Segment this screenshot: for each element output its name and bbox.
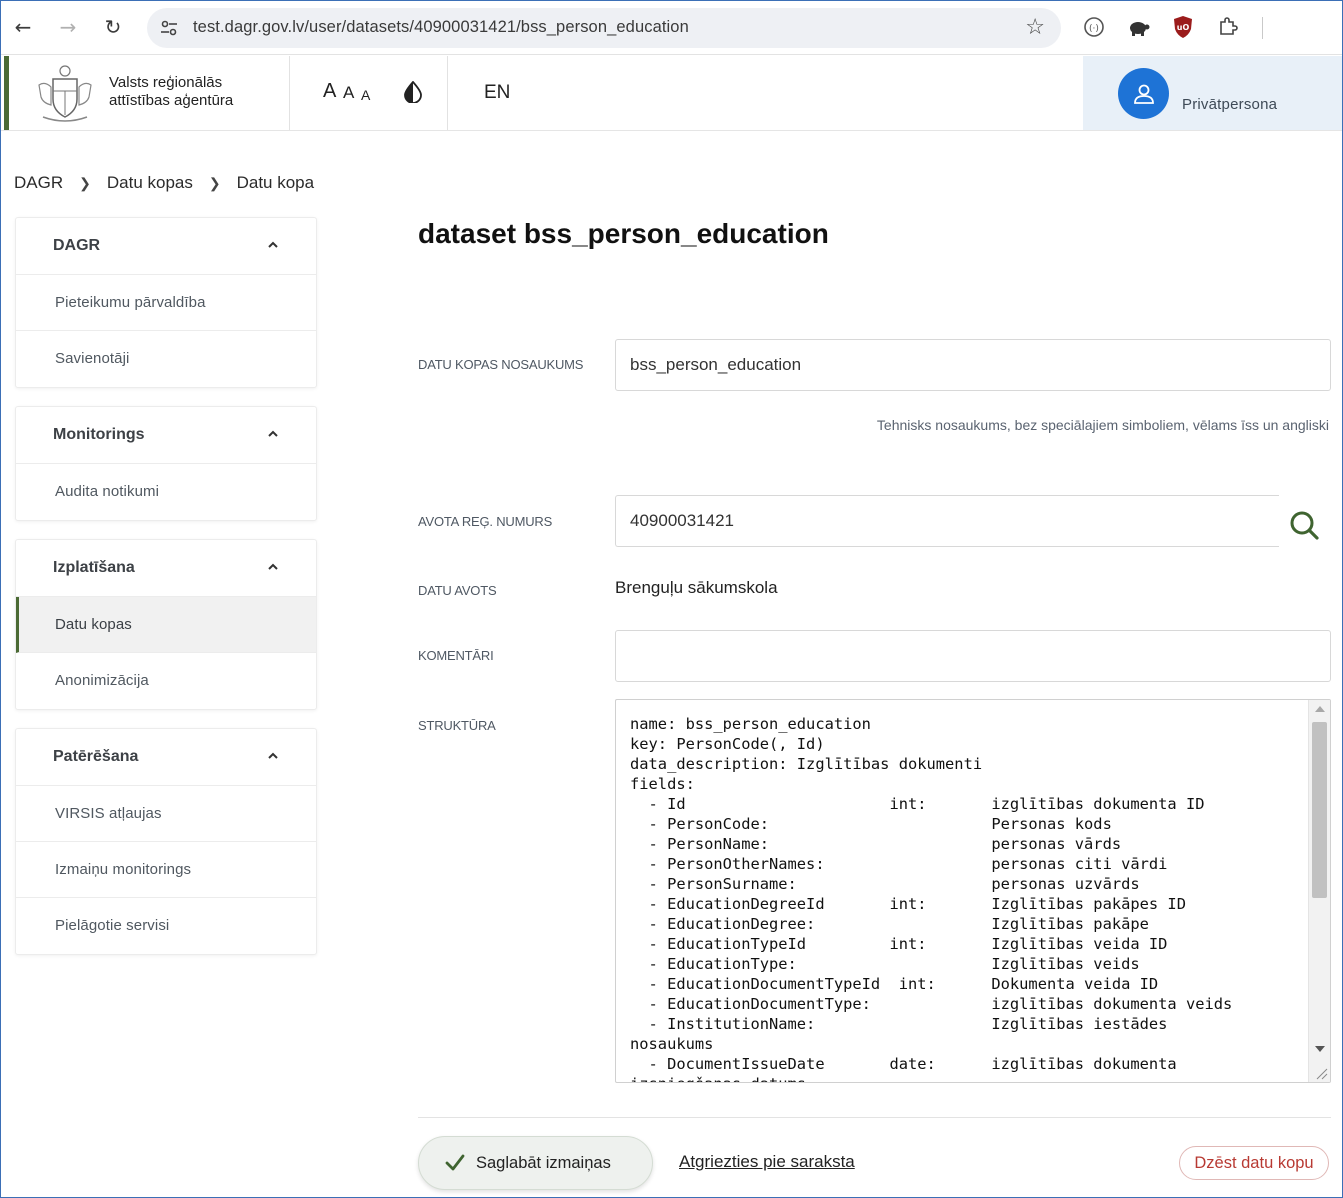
breadcrumb: DAGR ❯ Datu kopas ❯ Datu kopa [14,173,314,193]
browser-toolbar: ← → ↻ test.dagr.gov.lv/user/datasets/409… [1,1,1342,55]
extension-icon[interactable]: (·) [1082,15,1106,39]
coat-of-arms-icon [38,65,92,122]
sidebar-group-consumption: Patērēšana VIRSIS atļaujas Izmaiņu monit… [15,728,317,955]
chevron-up-icon[interactable] [266,749,280,763]
dataset-name-hint: Tehnisks nosaukums, bez speciālajiem sim… [876,417,1329,433]
sidebar-group-header[interactable]: DAGR [16,218,316,275]
sidebar-item-label: Savienotāji [55,350,130,367]
sidebar-item-label: Audita notikumi [55,483,160,500]
user-role: Privātpersona [1182,96,1278,113]
chevron-up-icon[interactable] [266,427,280,441]
chevron-up-icon[interactable] [266,560,280,574]
search-icon[interactable] [1287,508,1321,542]
delete-dataset-label: Dzēst datu kopu [1194,1154,1314,1172]
sidebar-group-distribution: Izplatīšana Datu kopas Anonimizācija [15,539,317,710]
sidebar-item-label: Pieteikumu pārvaldība [55,294,206,311]
user-menu[interactable]: Privātpersona [1083,56,1342,130]
sidebar-group-title: Patērēšana [53,748,139,765]
textarea-scrollbar[interactable] [1308,700,1330,1082]
font-size-medium-button[interactable]: A [343,83,354,103]
structure-textarea[interactable]: name: bss_person_education key: PersonCo… [615,699,1331,1083]
org-name-line2: attīstības aģentūra [109,92,234,109]
sidebar-item-label: Anonimizācija [55,672,149,689]
org-logo-block[interactable]: Valsts reģionālās attīstības aģentūra [9,56,290,130]
site-header: Valsts reģionālās attīstības aģentūra A … [1,56,1342,131]
save-changes-label: Saglabāt izmaiņas [476,1154,611,1172]
breadcrumb-item-dataset: Datu kopa [236,173,315,192]
sidebar-group-monitoring: Monitorings Audita notikumi [15,406,317,521]
org-name-line1: Valsts reģionālās [109,74,223,91]
dataset-name-value: bss_person_education [630,355,802,374]
sidebar-group-dagr: DAGR Pieteikumu pārvaldība Savienotāji [15,217,317,388]
comments-label: KOMENTĀRI [418,648,494,663]
sidebar-item-label: Pielāgotie servisi [55,917,170,934]
reload-icon[interactable]: ↻ [99,13,127,41]
breadcrumb-item-dagr[interactable]: DAGR [14,173,63,193]
sidebar-item-audit-events[interactable]: Audita notikumi [16,464,316,520]
org-name: Valsts reģionālās attīstības aģentūra [109,74,233,110]
back-arrow-icon[interactable]: ← [9,13,37,41]
font-size-controls: A A A [290,56,448,130]
sidebar-item-connectors[interactable]: Savienotāji [16,331,316,387]
dataset-name-input[interactable]: bss_person_education [615,339,1331,391]
sidebar-group-header[interactable]: Izplatīšana [16,540,316,597]
source-reg-number-label: AVOTA REĢ. NUMURS [418,514,553,529]
chevron-right-icon: ❯ [208,174,221,191]
sidebar-group-header[interactable]: Monitorings [16,407,316,464]
extensions-puzzle-icon[interactable] [1216,15,1240,39]
actions-divider [418,1117,1331,1118]
sidebar-item-applications[interactable]: Pieteikumu pārvaldība [16,275,316,331]
sidebar-item-anonymization[interactable]: Anonimizācija [16,653,316,709]
delete-dataset-button[interactable]: Dzēst datu kopu [1179,1146,1329,1180]
language-switch[interactable]: EN [484,82,510,104]
sidebar-group-header[interactable]: Patērēšana [16,729,316,786]
source-reg-number-value: 40900031421 [630,511,735,530]
structure-text: name: bss_person_education key: PersonCo… [630,715,1233,1082]
bookmark-star-icon[interactable]: ☆ [1025,15,1045,40]
forward-arrow-icon[interactable]: → [54,13,82,41]
sidebar-item-custom-services[interactable]: Pielāgotie servisi [16,898,316,954]
ublock-shield-icon[interactable]: uO [1171,15,1195,39]
sidebar-group-title: Monitorings [53,426,145,443]
chevron-up-icon[interactable] [266,238,280,252]
user-icon [1133,84,1154,104]
comments-input[interactable] [615,630,1331,682]
data-source-value: Brenguļu sākumskola [615,578,778,597]
structure-label: STRUKTŪRA [418,718,496,733]
address-bar[interactable]: test.dagr.gov.lv/user/datasets/409000314… [147,8,1061,48]
svg-text:uO: uO [1177,23,1190,32]
save-changes-button[interactable]: Saglabāt izmaiņas [418,1136,653,1190]
url-text[interactable]: test.dagr.gov.lv/user/datasets/409000314… [193,18,689,37]
contrast-icon[interactable] [403,81,423,103]
svg-text:(·): (·) [1089,24,1099,34]
source-reg-number-input[interactable]: 40900031421 [615,495,1279,547]
checkmark-icon [445,1154,465,1171]
sidebar-item-label: Izmaiņu monitorings [55,861,192,878]
back-to-list-link[interactable]: Atgriezties pie saraksta [679,1152,855,1172]
site-settings-icon[interactable] [159,18,179,38]
page-title: dataset bss_person_education [418,218,829,249]
sidebar-item-datasets[interactable]: Datu kopas [16,597,316,653]
sidebar-item-label: VIRSIS atļaujas [55,805,162,822]
sidebar-item-label: Datu kopas [55,616,132,633]
scroll-down-arrow-icon[interactable] [1315,1046,1325,1052]
data-source-label: DATU AVOTS [418,583,497,598]
turtle-extension-icon[interactable] [1126,15,1150,39]
sidebar-group-title: DAGR [53,237,101,254]
dataset-name-label: DATU KOPAS NOSAUKUMS [418,357,584,372]
toolbar-divider [1262,17,1263,39]
font-size-large-button[interactable]: A [361,87,370,103]
avatar[interactable] [1118,68,1169,119]
scroll-up-arrow-icon[interactable] [1315,706,1325,712]
resize-grip-icon[interactable] [1314,1066,1328,1080]
sidebar-item-change-monitoring[interactable]: Izmaiņu monitorings [16,842,316,898]
font-size-small-button[interactable]: A [323,80,336,103]
sidebar-item-virsis-permissions[interactable]: VIRSIS atļaujas [16,786,316,842]
sidebar-group-title: Izplatīšana [53,559,135,576]
breadcrumb-item-datasets[interactable]: Datu kopas [107,173,193,193]
scroll-thumb[interactable] [1312,722,1327,898]
chevron-right-icon: ❯ [79,174,91,191]
